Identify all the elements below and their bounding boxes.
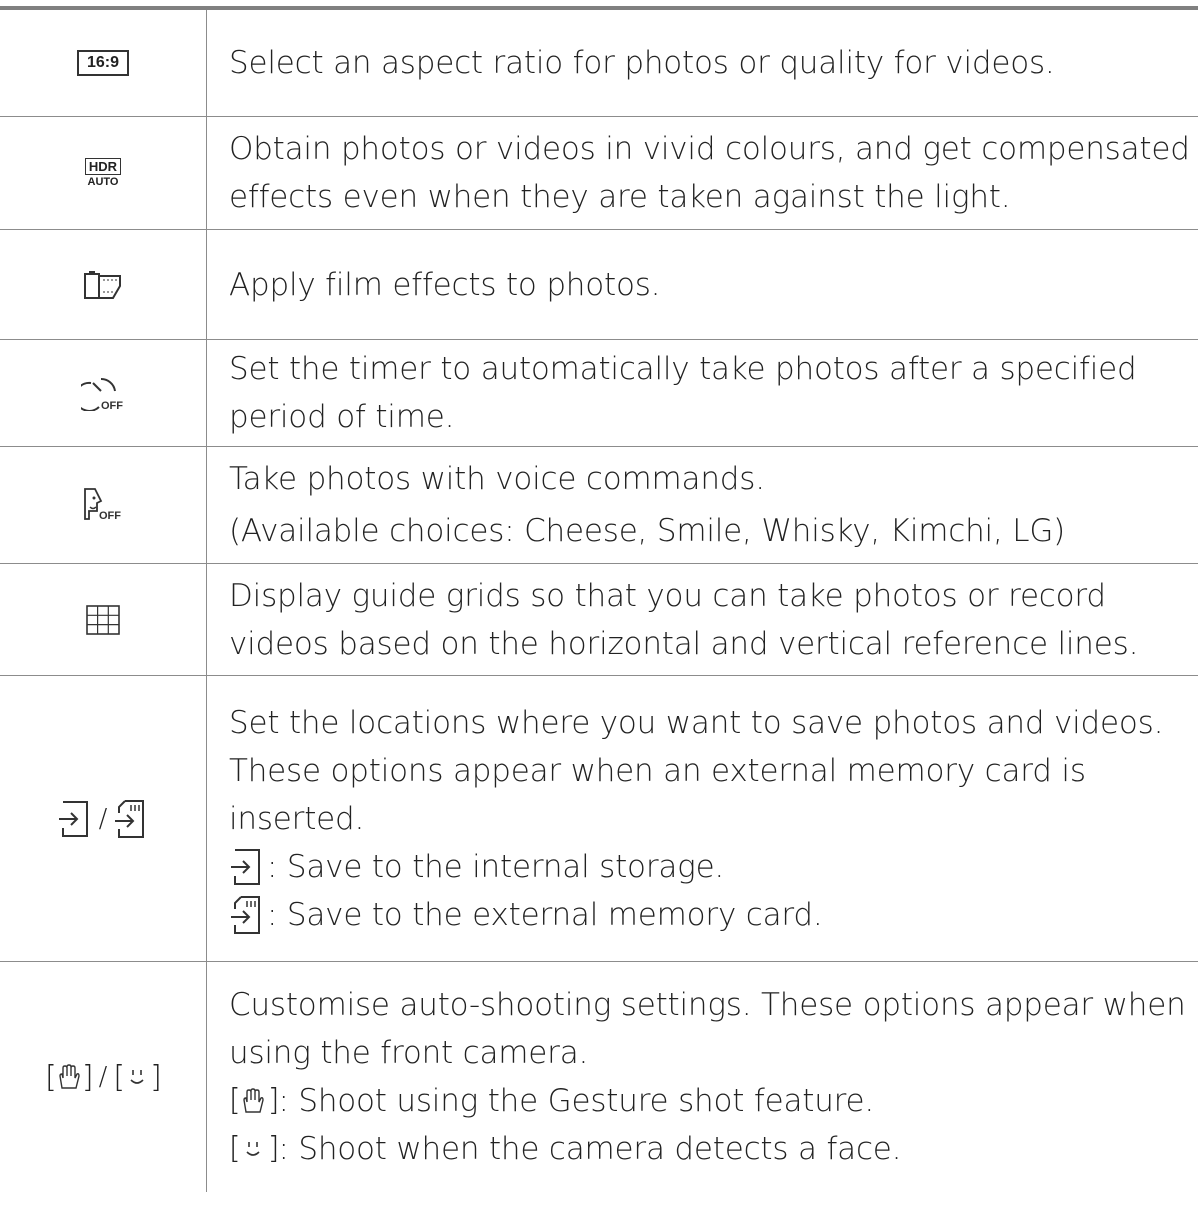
- internal-storage-text: : Save to the internal storage.: [267, 848, 725, 885]
- icon-cell: 16:9: [0, 10, 207, 116]
- description-line: Customise auto-shooting settings. These …: [229, 987, 1186, 1023]
- external-memory-card-icon: [231, 895, 260, 934]
- separator: /: [98, 1062, 108, 1092]
- table-row: OFF Take photos with voice commands. (Av…: [0, 447, 1198, 564]
- grid-icon: [86, 604, 120, 635]
- hdr-label: HDR: [84, 158, 122, 175]
- film-effect-icon: [84, 270, 121, 299]
- description-line: Set the timer to automatically take phot…: [229, 351, 1137, 387]
- table-row: [] / [] Customise auto-shooting settings…: [0, 962, 1198, 1192]
- description-line: inserted.: [229, 800, 365, 837]
- hdr-auto-icon: HDR AUTO: [84, 158, 122, 188]
- gesture-shot-text: : Shoot using the Gesture shot feature.: [278, 1083, 875, 1119]
- voice-shutter-off-icon: OFF: [84, 488, 121, 522]
- description-cell: Apply film effects to photos.: [207, 230, 1198, 339]
- description-sub: (Available choices: Cheese, Smile, Whisk…: [229, 513, 1066, 549]
- gesture-shot-icon: []: [45, 1059, 93, 1095]
- description-cell: Display guide grids so that you can take…: [207, 564, 1198, 675]
- gesture-shot-option: [] : Shoot using the Gesture shot featur…: [229, 1077, 1198, 1125]
- face-detection-option: [] : Shoot when the camera detects a fac…: [229, 1125, 1198, 1173]
- description-line: Apply film effects to photos.: [229, 266, 661, 303]
- table-row: OFF Set the timer to automatically take …: [0, 340, 1198, 447]
- table-row: Display guide grids so that you can take…: [0, 564, 1198, 676]
- description-cell: Obtain photos or videos in vivid colours…: [207, 117, 1198, 229]
- table-row: HDR AUTO Obtain photos or videos in vivi…: [0, 117, 1198, 230]
- icon-cell: OFF: [0, 340, 207, 446]
- description-line: period of time.: [229, 399, 455, 435]
- icon-cell: HDR AUTO: [0, 117, 207, 229]
- internal-storage-option: : Save to the internal storage.: [229, 843, 1198, 891]
- auto-label: AUTO: [87, 176, 119, 188]
- description-line: Set the locations where you want to save…: [229, 704, 1164, 741]
- svg-text:OFF: OFF: [101, 400, 123, 411]
- internal-storage-icon: [231, 848, 260, 885]
- svg-text:OFF: OFF: [99, 510, 121, 522]
- external-storage-text: : Save to the external memory card.: [267, 896, 823, 933]
- icon-cell: [] / []: [0, 962, 207, 1192]
- table-row: 16:9 Select an aspect ratio for photos o…: [0, 10, 1198, 117]
- description-line: Obtain photos or videos in vivid colours…: [229, 131, 1190, 167]
- aspect-ratio-icon: 16:9: [76, 50, 130, 76]
- icon-cell: [0, 230, 207, 339]
- timer-off-icon: OFF: [81, 377, 123, 411]
- description-cell: Customise auto-shooting settings. These …: [207, 962, 1198, 1192]
- gesture-shot-icon: []: [229, 1083, 279, 1118]
- face-detection-icon: []: [229, 1131, 279, 1166]
- face-detection-icon: []: [113, 1059, 161, 1095]
- separator: /: [98, 803, 108, 834]
- description-cell: Take photos with voice commands. (Availa…: [207, 447, 1198, 563]
- internal-storage-icon: [58, 800, 88, 837]
- external-storage-option: : Save to the external memory card.: [229, 891, 1198, 939]
- description-line: These options appear when an external me…: [229, 752, 1086, 789]
- description-line: Select an aspect ratio for photos or qua…: [229, 45, 1055, 81]
- description-line: videos based on the horizontal and verti…: [229, 625, 1139, 662]
- camera-options-table: 16:9 Select an aspect ratio for photos o…: [0, 6, 1198, 1192]
- description-line: using the front camera.: [229, 1035, 589, 1071]
- description-cell: Set the locations where you want to save…: [207, 676, 1198, 961]
- description-cell: Set the timer to automatically take phot…: [207, 340, 1198, 446]
- icon-cell: OFF: [0, 447, 207, 563]
- table-row: / Set the locations where you want to sa…: [0, 676, 1198, 962]
- description-line: effects even when they are taken against…: [229, 179, 1011, 215]
- description-line: Take photos with voice commands.: [229, 461, 765, 497]
- face-detection-text: : Shoot when the camera detects a face.: [278, 1131, 902, 1167]
- table-row: Apply film effects to photos.: [0, 230, 1198, 340]
- description-cell: Select an aspect ratio for photos or qua…: [207, 10, 1198, 116]
- icon-cell: /: [0, 676, 207, 961]
- icon-cell: [0, 564, 207, 675]
- description-line: Display guide grids so that you can take…: [229, 577, 1106, 614]
- external-memory-card-icon: [115, 799, 145, 838]
